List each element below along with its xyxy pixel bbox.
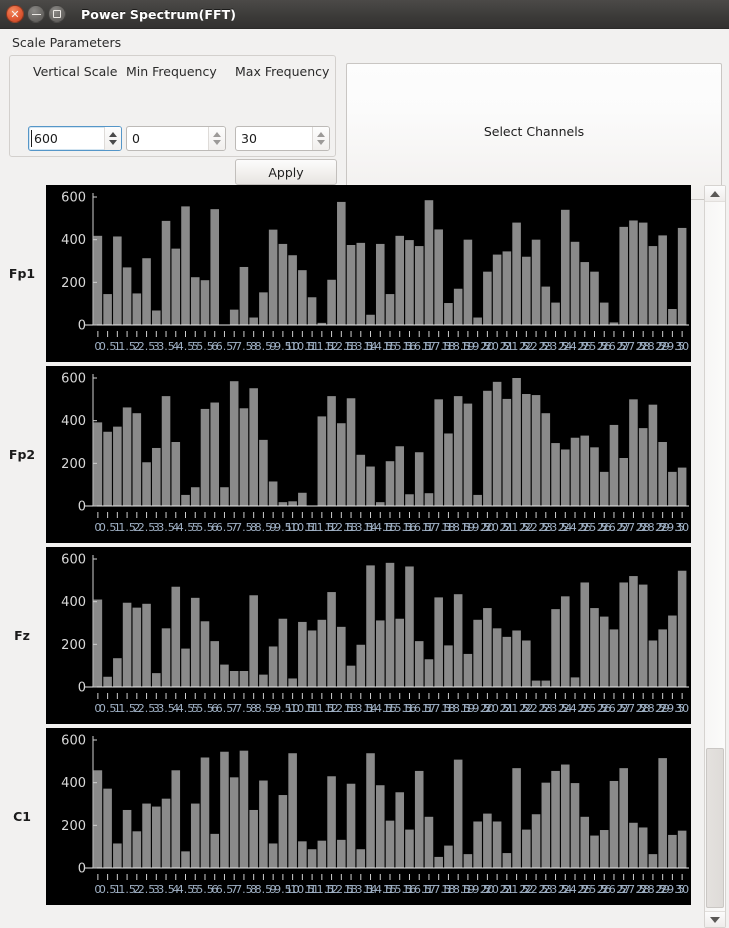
chart-row: Fp1 0 200 400 600 0 0.5 1 1.5 2 2.5 3 3.5 4 4.5 5 5.5 6 6.… [9, 185, 698, 362]
maximize-icon [53, 10, 61, 18]
channel-label: Fp1 [8, 266, 36, 281]
spectrum-plot[interactable]: 0 200 400 600 0 0.5 1 1.5 2 2.5 3 3.5 4 4.5 5 5.5 6 6.5 7 7… [46, 547, 691, 724]
scroll-up-button[interactable] [705, 186, 725, 202]
chevron-down-icon [710, 916, 720, 923]
svg-text:600: 600 [61, 191, 86, 206]
minimize-icon [31, 13, 41, 15]
window-titlebar: ✕ Power Spectrum(FFT) [0, 0, 729, 29]
stepper-down-icon[interactable] [109, 140, 117, 145]
svg-text:0: 0 [78, 681, 86, 696]
svg-text:30: 30 [675, 883, 689, 896]
max-frequency-spinbox[interactable]: 30 [235, 126, 330, 151]
close-icon: ✕ [10, 7, 20, 21]
plots-scroll-area: Fp1 0 200 400 600 0 0.5 1 1.5 2 2.5 3 3.5 4 4.5 5 5.5 6 6.… [0, 185, 729, 928]
vertical-scale-input[interactable]: 600 [29, 127, 104, 150]
channel-label: C1 [13, 809, 31, 824]
svg-text:0: 0 [78, 500, 86, 515]
spectrum-plot[interactable]: 0 200 400 600 0 0.5 1 1.5 2 2.5 3 3.5 4 4.5 5 5.5 6 6.5 7 7… [46, 366, 691, 543]
channel-label: Fz [14, 628, 30, 643]
svg-text:0: 0 [78, 319, 86, 334]
spectrum-plot[interactable]: 0 200 400 600 0 0.5 1 1.5 2 2.5 3 3.5 4 4.5 5 5.5 6 6.5 7 7… [46, 185, 691, 362]
max-frequency-stepper[interactable] [312, 127, 329, 150]
stepper-down-icon[interactable] [213, 140, 221, 145]
max-frequency-input[interactable]: 30 [236, 127, 312, 150]
plots-stack: Fp1 0 200 400 600 0 0.5 1 1.5 2 2.5 3 3.5 4 4.5 5 5.5 6 6.… [9, 185, 698, 928]
spectrum-plot[interactable]: 0 200 400 600 0 0.5 1 1.5 2 2.5 3 3.5 4 4.5 5 5.5 6 6.5 7 7… [46, 728, 691, 905]
min-frequency-stepper[interactable] [208, 127, 225, 150]
svg-text:400: 400 [61, 233, 86, 248]
svg-text:200: 200 [61, 276, 86, 291]
scroll-down-button[interactable] [705, 911, 725, 927]
minimize-button[interactable] [27, 5, 45, 23]
svg-text:600: 600 [61, 734, 86, 749]
vertical-scale-spinbox[interactable]: 600 [28, 126, 122, 151]
stepper-up-icon[interactable] [317, 132, 325, 137]
svg-text:400: 400 [61, 776, 86, 791]
min-frequency-spinbox[interactable]: 0 [126, 126, 226, 151]
scale-parameters-legend: Scale Parameters [12, 35, 122, 50]
chart-row: Fp2 0 200 400 600 0 0.5 1 1.5 2 2.5 3 3.5 4 4.5 5 5.5 6 6.… [9, 366, 698, 543]
select-channels-label: Select Channels [483, 124, 585, 139]
svg-text:30: 30 [675, 521, 689, 534]
window-title: Power Spectrum(FFT) [81, 6, 237, 22]
max-frequency-label: Max Frequency [235, 64, 330, 79]
select-channels-panel[interactable]: Select Channels [346, 63, 722, 200]
svg-text:400: 400 [61, 414, 86, 429]
svg-text:600: 600 [61, 372, 86, 387]
svg-text:0: 0 [78, 862, 86, 877]
chart-row: Fz 0 200 400 600 0 0.5 1 1.5 2 2.5 3 3.5 4 4.5 5 5.5 6 6.5… [14, 547, 698, 724]
channel-label: Fp2 [8, 447, 36, 462]
vertical-scale-stepper[interactable] [104, 127, 121, 150]
svg-text:400: 400 [61, 595, 86, 610]
svg-text:600: 600 [61, 553, 86, 568]
vertical-scrollbar[interactable] [704, 185, 726, 928]
parameters-area: Scale Parameters Vertical Scale Min Freq… [0, 29, 729, 200]
stepper-down-icon[interactable] [317, 140, 325, 145]
stepper-up-icon[interactable] [109, 132, 117, 137]
min-frequency-input[interactable]: 0 [127, 127, 208, 150]
chart-row: C1 0 200 400 600 0 0.5 1 1.5 2 2.5 3 3.5 4 4.5 5 5.5 6 6.5… [13, 728, 698, 905]
svg-text:200: 200 [61, 638, 86, 653]
scrollbar-thumb[interactable] [706, 748, 724, 908]
svg-text:200: 200 [61, 819, 86, 834]
vertical-scale-label: Vertical Scale [33, 64, 118, 79]
scale-parameters-group: Scale Parameters Vertical Scale Min Freq… [9, 35, 337, 185]
svg-text:200: 200 [61, 457, 86, 472]
svg-text:30: 30 [675, 702, 689, 715]
min-frequency-label: Min Frequency [126, 64, 217, 79]
scrollbar-track[interactable] [705, 202, 725, 911]
apply-button[interactable]: Apply [235, 159, 337, 185]
stepper-up-icon[interactable] [213, 132, 221, 137]
svg-text:30: 30 [675, 340, 689, 353]
maximize-button[interactable] [48, 5, 66, 23]
chevron-up-icon [710, 190, 720, 197]
close-button[interactable]: ✕ [6, 5, 24, 23]
